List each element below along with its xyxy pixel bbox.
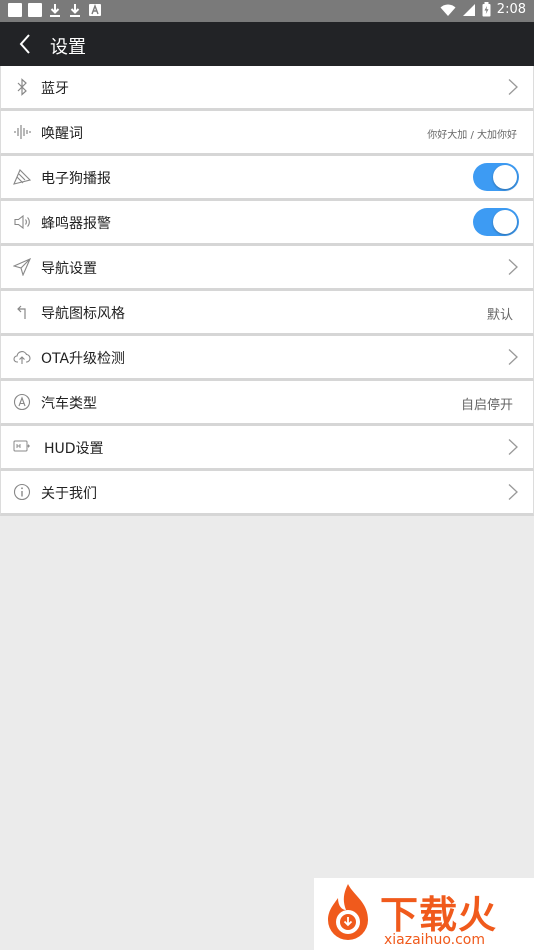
chevron-right-icon [508, 439, 518, 455]
speaker-icon [14, 214, 30, 230]
radar-icon [13, 169, 31, 185]
flame-logo-icon [328, 884, 368, 940]
setting-label: HUD设置 [44, 441, 104, 457]
chevron-right-icon [508, 484, 518, 500]
setting-label: OTA升级检测 [41, 351, 126, 367]
hud-icon [13, 440, 30, 452]
page-title: 设置 [50, 37, 86, 58]
info-icon [13, 483, 31, 501]
voice-wave-icon [14, 125, 31, 139]
signal-icon [462, 3, 475, 16]
app-notification-icon [88, 3, 102, 17]
setting-label: 唤醒词 [41, 126, 83, 142]
setting-label: 导航图标风格 [41, 306, 125, 322]
bluetooth-icon [17, 78, 27, 96]
download-icon [48, 3, 62, 17]
notification-icon [8, 3, 22, 17]
watermark-url: xiazaihuo.com [384, 932, 485, 948]
title-bar: 设置 [0, 22, 534, 66]
toggle-knob [493, 210, 517, 234]
settings-list: 蓝牙 唤醒词 你好大加 / 大加你好 电子狗播报 蜂鸣器报警 导航设置 导航图标… [0, 66, 534, 516]
back-arrow-icon[interactable] [14, 32, 38, 56]
setting-row-buzzer-alarm: 蜂鸣器报警 [0, 201, 534, 246]
battery-icon [482, 2, 491, 17]
radar-broadcast-toggle[interactable] [473, 163, 519, 191]
setting-row-wake-word[interactable]: 唤醒词 你好大加 / 大加你好 [0, 111, 534, 156]
setting-row-car-type[interactable]: 汽车类型 自启停开 [0, 381, 534, 426]
setting-value: 自启停开 [460, 398, 513, 413]
chevron-right-icon [508, 79, 518, 95]
chevron-right-icon [508, 349, 518, 365]
cloud-upload-icon [13, 351, 31, 364]
status-time: 2:08 [496, 2, 526, 17]
watermark: 下载火 xiazaihuo.com [314, 878, 534, 950]
status-notifications [8, 3, 102, 17]
setting-row-nav-icon-style[interactable]: 导航图标风格 默认 [0, 291, 534, 336]
setting-label: 关于我们 [41, 486, 97, 502]
setting-label: 电子狗播报 [41, 171, 111, 187]
setting-value: 你好大加 / 大加你好 [427, 130, 517, 141]
toggle-knob [493, 165, 517, 189]
status-system: 2:08 [440, 2, 526, 17]
buzzer-alarm-toggle[interactable] [473, 208, 519, 236]
setting-row-ota-update[interactable]: OTA升级检测 [0, 336, 534, 381]
chevron-right-icon [508, 259, 518, 275]
setting-row-bluetooth[interactable]: 蓝牙 [0, 66, 534, 111]
watermark-brand: 下载火 [380, 893, 498, 937]
navigation-icon [13, 258, 31, 276]
turn-arrow-icon [17, 305, 26, 319]
setting-label: 蓝牙 [41, 81, 69, 97]
notification-icon [28, 3, 42, 17]
wifi-icon [440, 4, 456, 16]
setting-row-hud[interactable]: HUD设置 [0, 426, 534, 471]
setting-label: 导航设置 [41, 261, 97, 277]
setting-row-radar-broadcast: 电子狗播报 [0, 156, 534, 201]
auto-badge-icon [13, 393, 31, 411]
setting-label: 蜂鸣器报警 [41, 216, 111, 232]
setting-row-navigation[interactable]: 导航设置 [0, 246, 534, 291]
setting-label: 汽车类型 [41, 396, 97, 412]
setting-row-about[interactable]: 关于我们 [0, 471, 534, 516]
download-icon [68, 3, 82, 17]
status-bar: 2:08 [0, 0, 534, 22]
setting-value: 默认 [486, 308, 513, 323]
